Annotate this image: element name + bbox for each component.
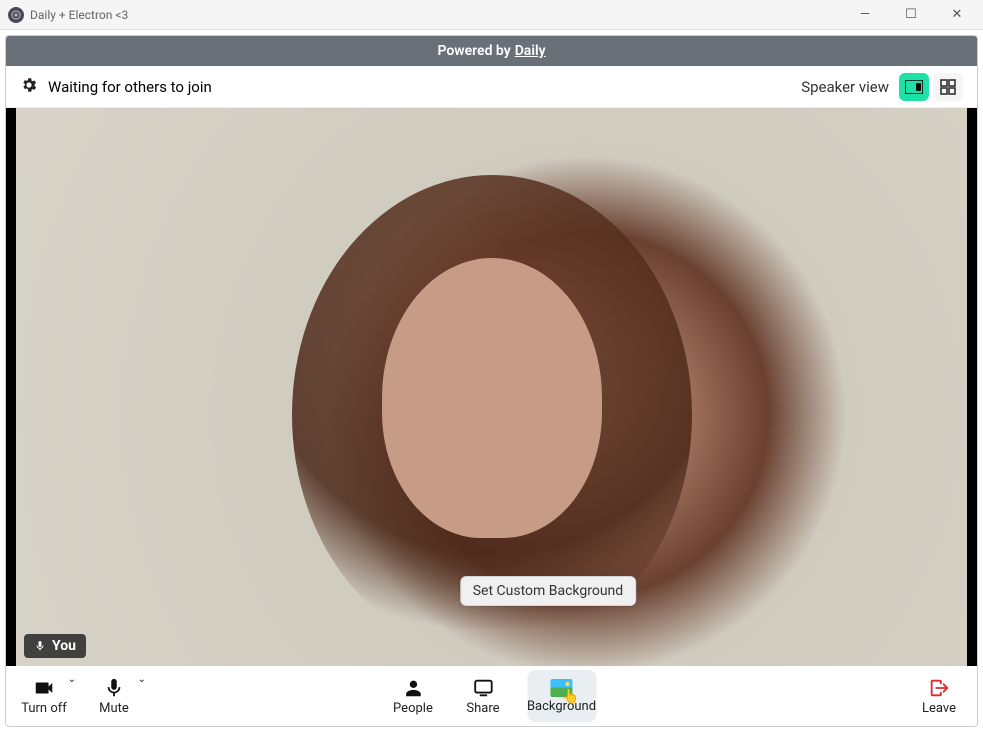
leave-button[interactable]: Leave bbox=[913, 670, 965, 722]
window-controls: — ☐ ✕ bbox=[851, 1, 971, 29]
microphone-icon bbox=[34, 640, 46, 652]
grid-layout-icon bbox=[940, 79, 956, 95]
powered-prefix: Powered by bbox=[437, 43, 510, 59]
speaker-view-button[interactable] bbox=[899, 73, 929, 101]
camera-label: Turn off bbox=[21, 701, 67, 716]
camera-options-chevron-icon[interactable]: ⌄ bbox=[68, 674, 76, 685]
controls-bar: ⌄ Turn off ⌄ Mute People Share 👆 bbox=[6, 666, 977, 726]
microphone-icon bbox=[103, 677, 125, 699]
participant-badge: You bbox=[24, 634, 86, 658]
window-titlebar: Daily + Electron <3 — ☐ ✕ bbox=[0, 0, 983, 30]
minimize-button[interactable]: — bbox=[851, 1, 879, 29]
camera-button[interactable]: ⌄ Turn off bbox=[18, 670, 70, 722]
people-button[interactable]: People bbox=[387, 670, 439, 722]
screen-share-icon bbox=[472, 677, 494, 699]
waiting-status: Waiting for others to join bbox=[48, 78, 212, 96]
speaker-layout-icon bbox=[905, 80, 923, 94]
background-button[interactable]: 👆 Background bbox=[527, 670, 596, 722]
leave-label: Leave bbox=[922, 701, 956, 716]
background-tooltip: Set Custom Background bbox=[460, 576, 636, 606]
mute-button[interactable]: ⌄ Mute bbox=[88, 670, 140, 722]
powered-banner: Powered by Daily bbox=[6, 36, 977, 66]
grid-view-button[interactable] bbox=[933, 73, 963, 101]
status-bar: Waiting for others to join Speaker view bbox=[6, 66, 977, 108]
person-icon bbox=[402, 677, 424, 699]
powered-link[interactable]: Daily bbox=[515, 43, 546, 59]
app-container: Powered by Daily Waiting for others to j… bbox=[5, 35, 978, 727]
share-button[interactable]: Share bbox=[457, 670, 509, 722]
you-label: You bbox=[52, 638, 76, 654]
background-label: Background bbox=[527, 699, 596, 714]
mute-label: Mute bbox=[99, 701, 129, 716]
leave-icon bbox=[928, 677, 950, 699]
window-title: Daily + Electron <3 bbox=[30, 8, 851, 22]
app-icon bbox=[8, 7, 24, 23]
background-image-icon bbox=[550, 679, 572, 697]
close-button[interactable]: ✕ bbox=[943, 1, 971, 29]
audio-options-chevron-icon[interactable]: ⌄ bbox=[138, 674, 146, 685]
gear-icon[interactable] bbox=[20, 76, 38, 98]
view-mode-label: Speaker view bbox=[801, 78, 889, 96]
camera-icon bbox=[33, 677, 55, 699]
people-label: People bbox=[393, 701, 433, 716]
share-label: Share bbox=[466, 701, 499, 716]
video-area: You Set Custom Background bbox=[6, 108, 977, 666]
maximize-button[interactable]: ☐ bbox=[897, 1, 925, 29]
